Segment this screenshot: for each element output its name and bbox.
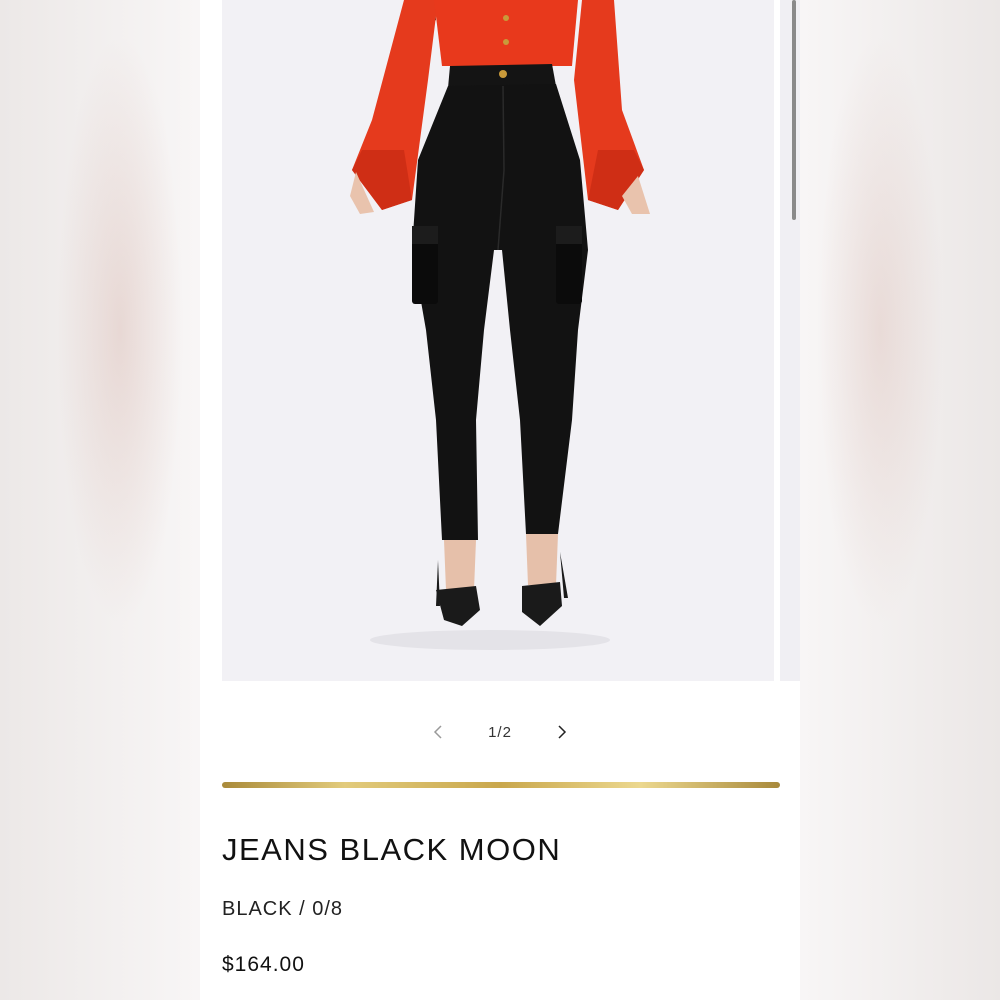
image-pager: 1/2 [200,710,800,754]
gold-divider [222,782,780,788]
next-image-peek[interactable] [780,0,800,681]
chevron-left-icon[interactable] [426,720,450,744]
image-counter: 1/2 [488,723,512,741]
product-page: 1/2 JEANS BLACK MOON BLACK / 0/8 $164.00 [200,0,800,1000]
chevron-right-icon[interactable] [550,720,574,744]
blurred-backdrop-left [0,0,200,1000]
product-title: JEANS BLACK MOON [222,832,562,867]
scrollbar[interactable] [792,0,796,220]
product-variant: BLACK / 0/8 [222,898,344,920]
product-image[interactable] [222,0,774,681]
product-price: $164.00 [222,953,305,976]
product-photo-illustration [350,0,650,650]
blurred-backdrop-right [800,0,1000,1000]
